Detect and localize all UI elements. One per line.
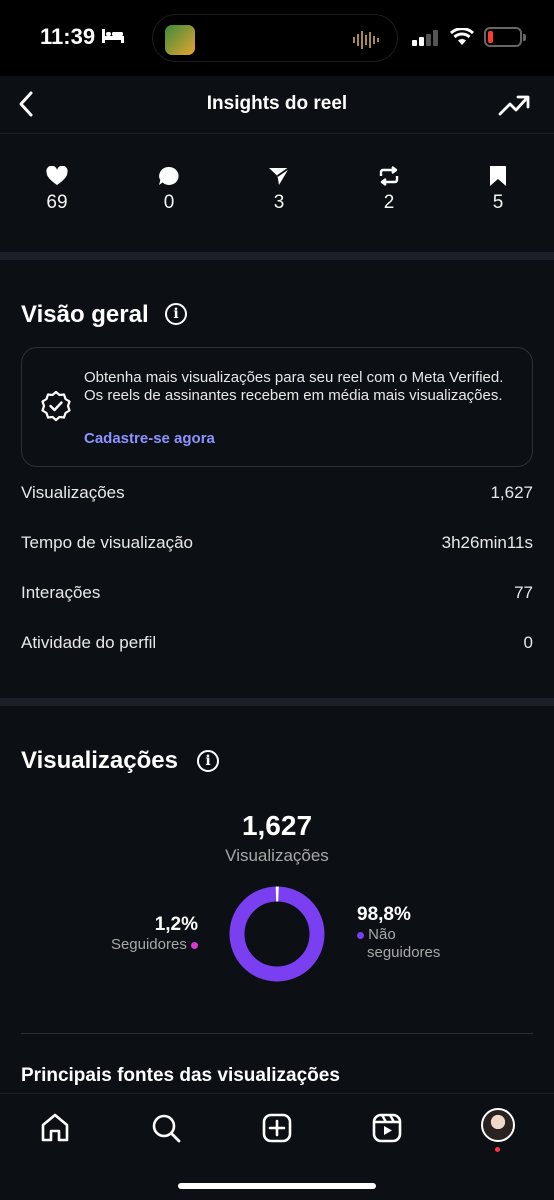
share-icon — [269, 167, 290, 185]
section-divider — [0, 698, 554, 706]
cellular-signal-icon — [412, 30, 438, 46]
saves-count: 5 — [492, 192, 504, 213]
bookmark-icon — [490, 166, 506, 186]
trending-up-icon[interactable] — [498, 92, 530, 118]
sign-up-link[interactable]: Cadastre-se agora — [84, 430, 215, 447]
followers-dot — [191, 941, 198, 949]
page-title: Insights do reel — [206, 93, 348, 114]
clock: 11:39 — [40, 24, 96, 49]
stat-label: Atividade do perfil — [21, 633, 157, 652]
heart-icon — [46, 166, 68, 185]
reels-icon[interactable] — [371, 1112, 403, 1144]
non-followers-dot — [357, 931, 364, 939]
likes-metric: 69 — [27, 166, 87, 214]
non-followers-label-line1: Não — [368, 926, 396, 943]
reposts-metric: 2 — [359, 166, 419, 214]
overview-info-icon[interactable]: i — [165, 303, 187, 325]
audio-waveform-icon — [353, 31, 379, 49]
stat-label: Tempo de visualização — [21, 533, 193, 552]
views-total: 1,627 — [241, 810, 313, 841]
dynamic-island[interactable] — [152, 14, 398, 62]
home-icon[interactable] — [39, 1112, 71, 1144]
followers-legend: 1,2% Seguidores — [111, 914, 198, 954]
stat-label: Interações — [21, 583, 101, 602]
shares-count: 3 — [273, 192, 285, 213]
shares-metric: 3 — [249, 166, 309, 214]
non-followers-arc — [229, 886, 325, 982]
overview-title: Visão geral — [21, 301, 149, 328]
non-followers-percent: 98,8% — [357, 904, 411, 925]
battery-icon — [484, 27, 526, 47]
stat-label: Visualizações — [21, 483, 125, 502]
stat-value: 3h26min11s — [441, 533, 533, 552]
views-title: Visualizações — [21, 747, 178, 774]
reposts-count: 2 — [383, 192, 395, 213]
comments-metric: 0 — [139, 166, 199, 214]
now-playing-app-icon — [165, 25, 195, 55]
top-app-bar: Insights do reel — [0, 76, 554, 134]
verified-badge-icon — [41, 390, 71, 422]
followers-percent: 1,2% — [154, 914, 198, 935]
saves-metric: 5 — [468, 166, 528, 214]
top-sources-title: Principais fontes das visualizações — [21, 1065, 340, 1086]
notification-dot — [495, 1147, 500, 1152]
sleep-focus-icon — [102, 29, 124, 43]
non-followers-label-line2: seguidores — [367, 944, 441, 961]
likes-count: 69 — [46, 192, 68, 213]
home-indicator[interactable] — [178, 1183, 376, 1189]
comments-count: 0 — [163, 192, 175, 213]
profile-avatar[interactable] — [481, 1108, 515, 1142]
status-bar: 11:39 — [0, 0, 554, 76]
non-followers-legend: 98,8% Não seguidores — [357, 904, 440, 962]
comment-icon — [159, 166, 179, 185]
views-total-label: Visualizações — [225, 846, 329, 865]
views-donut-chart — [229, 886, 325, 982]
stat-value: 0 — [523, 633, 533, 652]
section-divider — [0, 252, 554, 260]
meta-verified-promo: Obtenha mais visualizações para seu reel… — [21, 347, 533, 467]
followers-label: Seguidores — [110, 936, 187, 953]
views-info-icon[interactable]: i — [197, 750, 219, 772]
create-post-icon[interactable] — [261, 1112, 293, 1144]
divider — [21, 1033, 533, 1034]
repost-icon — [379, 166, 399, 186]
promo-text: Obtenha mais visualizações para seu reel… — [84, 369, 504, 404]
stat-value: 77 — [514, 583, 533, 602]
stat-value: 1,627 — [490, 483, 533, 502]
search-icon[interactable] — [150, 1112, 182, 1144]
wifi-icon — [450, 28, 474, 45]
engagement-metrics: 69 0 3 2 5 — [0, 134, 554, 252]
